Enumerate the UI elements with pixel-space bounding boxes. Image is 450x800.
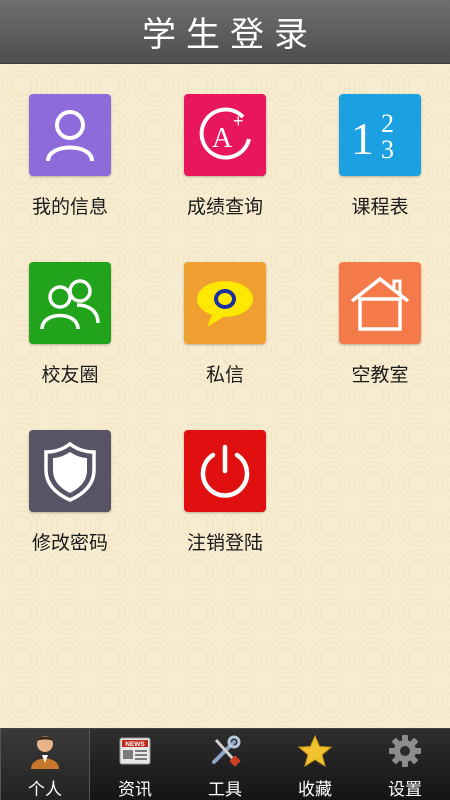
digit-three: 3 <box>381 135 394 164</box>
tab-personal[interactable]: 个人 <box>0 729 90 800</box>
tab-label: 收藏 <box>298 780 332 800</box>
tile-timetable[interactable]: 1 2 3 课程表 <box>310 94 450 244</box>
tile-label: 成绩查询 <box>186 196 263 218</box>
tile-label: 我的信息 <box>31 196 108 218</box>
tab-news[interactable]: NEWS 资讯 <box>90 729 180 800</box>
news-masthead: NEWS <box>125 741 145 748</box>
digit-one: 1 <box>351 113 374 164</box>
user-icon <box>29 94 111 176</box>
news-icon: NEWS <box>117 733 153 769</box>
digit-two: 2 <box>381 109 394 138</box>
grade-a-plus-icon: A + <box>184 94 266 176</box>
tile-alumni-circle[interactable]: 校友圈 <box>0 262 140 412</box>
tile-grade-query[interactable]: A + 成绩查询 <box>155 94 295 244</box>
tile-label: 校友圈 <box>41 364 99 386</box>
tile-label: 注销登陆 <box>186 532 263 554</box>
group-icon <box>29 262 111 344</box>
bottom-tab-bar: 个人 NEWS 资讯 工具 收藏 设置 <box>0 728 450 800</box>
shield-icon <box>29 430 111 512</box>
header-bar: 学生登录 <box>0 0 450 64</box>
grade-letter: A <box>212 123 233 154</box>
numbers-123-icon: 1 2 3 <box>339 94 421 176</box>
house-icon <box>339 262 421 344</box>
tile-label: 课程表 <box>351 196 409 218</box>
tab-tools[interactable]: 工具 <box>180 729 270 800</box>
tile-empty-classroom[interactable]: 空教室 <box>310 262 450 412</box>
main-grid: 我的信息 A + 成绩查询 1 2 3 课程表 校友圈 私信 空教室 修改密码 … <box>0 64 450 728</box>
person-icon <box>27 733 63 769</box>
power-icon <box>184 430 266 512</box>
star-icon <box>297 733 333 769</box>
tile-label: 空教室 <box>351 364 409 386</box>
tile-change-password[interactable]: 修改密码 <box>0 430 140 580</box>
grade-plus: + <box>233 111 244 131</box>
tab-label: 工具 <box>208 780 242 800</box>
tab-favorites[interactable]: 收藏 <box>270 729 360 800</box>
tab-label: 设置 <box>388 780 422 800</box>
tile-logout[interactable]: 注销登陆 <box>155 430 295 580</box>
tile-my-info[interactable]: 我的信息 <box>0 94 140 244</box>
tab-settings[interactable]: 设置 <box>360 729 450 800</box>
tab-label: 个人 <box>28 780 62 800</box>
tile-private-message[interactable]: 私信 <box>155 262 295 412</box>
page-title: 学生登录 <box>142 15 318 55</box>
tools-icon <box>207 733 243 769</box>
gear-icon <box>387 733 423 769</box>
tab-label: 资讯 <box>118 780 152 800</box>
tile-label: 私信 <box>205 364 244 386</box>
tile-label: 修改密码 <box>31 532 108 554</box>
message-bubble-icon <box>184 262 266 344</box>
